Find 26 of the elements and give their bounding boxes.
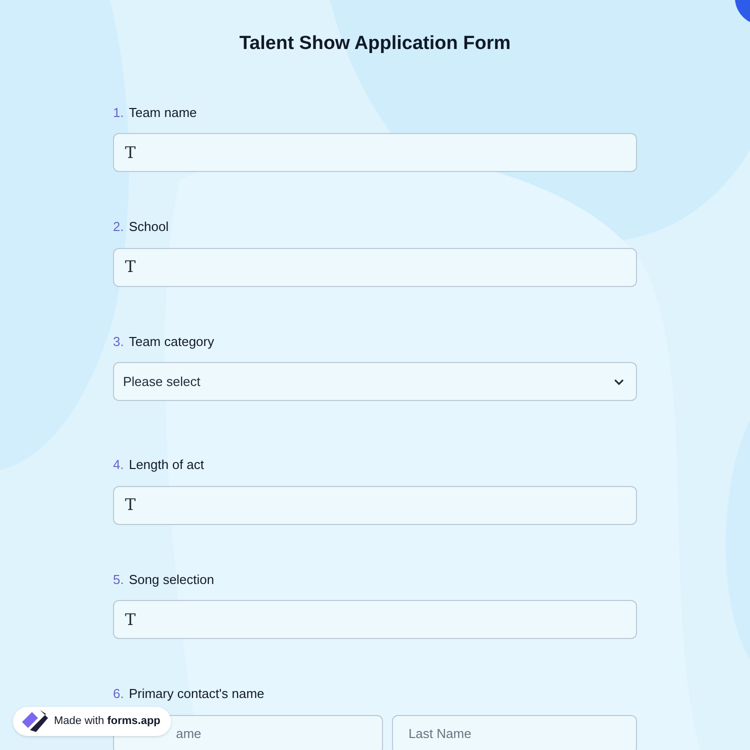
select-field[interactable]: Please select (113, 362, 637, 401)
form-title: Talent Show Application Form (239, 32, 511, 56)
text-type-glyph: T (125, 608, 136, 630)
question-number: 3. (113, 332, 124, 350)
text-type-glyph: T (125, 256, 136, 278)
made-with-badge[interactable]: Made with forms.app (13, 707, 172, 736)
question-number: 2. (113, 218, 124, 236)
text-field[interactable]: T (113, 486, 637, 524)
text-field[interactable]: T (113, 133, 637, 172)
question-number: 1. (113, 104, 124, 122)
question-label: School (128, 218, 169, 236)
name-field[interactable]: Last Name (392, 714, 637, 750)
question-label: Primary contact's name (128, 685, 264, 703)
question-label: Length of act (128, 456, 204, 474)
question-label: Team name (128, 104, 197, 122)
question-label: Team category (128, 332, 214, 351)
text-field[interactable]: T (113, 248, 637, 286)
question-number: 5. (113, 570, 124, 588)
corner-blob (735, 0, 750, 22)
question-number: 6. (113, 685, 124, 703)
text-type-glyph: T (125, 494, 136, 516)
text-field[interactable]: T (113, 600, 637, 639)
logo-icon (20, 710, 48, 734)
text-type-glyph: T (125, 142, 136, 164)
question-number: 4. (113, 456, 124, 474)
question-label: Song selection (128, 570, 214, 589)
